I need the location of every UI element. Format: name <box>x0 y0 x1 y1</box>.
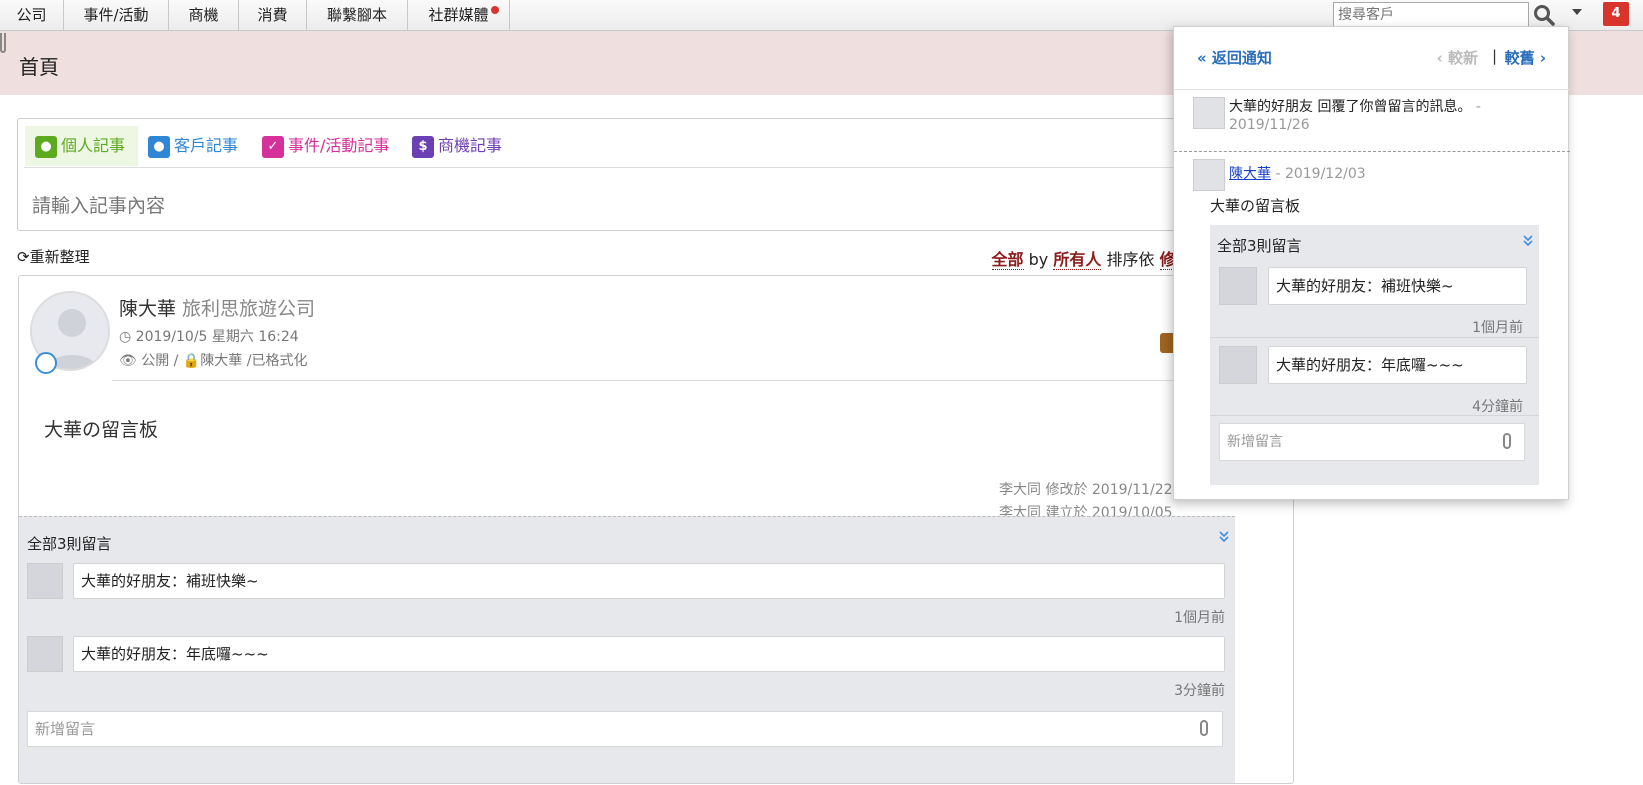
nav-events[interactable]: 事件/活動 <box>64 0 169 31</box>
tab-personal-note[interactable]: ● 個人記事 <box>25 126 138 166</box>
post-company[interactable]: 旅利思旅遊公司 <box>182 298 315 320</box>
comment-divider <box>1210 415 1539 416</box>
note-content-input[interactable]: 請輸入記事內容 <box>32 191 165 218</box>
tab-event-note[interactable]: ✓ 事件/活動記事 <box>252 126 389 166</box>
visibility-label: 公開 <box>141 353 170 369</box>
notifier-avatar <box>1193 97 1225 129</box>
feed-post: 陳大華 旅利思旅遊公司 ◷ 2019/10/5 星期六 16:24 👁 公開 / … <box>18 275 1294 784</box>
refresh-button[interactable]: ⟳重新整理 <box>17 246 90 267</box>
comments-title: 全部3則留言 <box>27 535 112 553</box>
filter-scope-link[interactable]: 全部 <box>991 250 1024 270</box>
tab-customer-note[interactable]: ● 客戶記事 <box>138 126 238 166</box>
post-author-name[interactable]: 陳大華 <box>119 298 176 320</box>
filter-by-label: by <box>1028 250 1049 269</box>
detail-comment-time: 4分鐘前 <box>1472 399 1523 415</box>
refresh-label: 重新整理 <box>29 248 90 266</box>
tab-opportunity-note[interactable]: $ 商機記事 <box>402 126 502 166</box>
tab-opportunity-note-label: 商機記事 <box>438 136 503 155</box>
post-modified-info: 李大同 修改於 2019/11/22 <box>999 482 1173 498</box>
post-datetime-value: 2019/10/5 星期六 16:24 <box>135 329 299 345</box>
detail-new-comment-input[interactable]: 新增留言 <box>1219 423 1525 461</box>
detail-comments-section: 全部3則留言 大華的好朋友：補班快樂~ 1個月前 大華的好朋友：年底囉~~~ 4… <box>1210 225 1539 485</box>
post-visibility: 👁 公開 / 🔒陳大華 /已格式化 <box>119 353 308 369</box>
refresh-icon: ⟳ <box>17 248 30 266</box>
newer-link: ‹ 較新 <box>1436 49 1478 67</box>
notification-count-badge[interactable]: 4 <box>1603 2 1629 26</box>
filter-owner-link[interactable]: 所有人 <box>1053 250 1102 270</box>
notification-popup: « 返回通知 ‹ 較新 | 較舊 › 大華的好朋友 回覆了你曾留言的訊息。 - … <box>1173 26 1570 501</box>
detail-comment-item: 大華的好朋友：補班快樂~ 1個月前 <box>1219 267 1527 336</box>
post-author: 陳大華 旅利思旅遊公司 <box>119 294 315 321</box>
back-to-notifications-link[interactable]: « 返回通知 <box>1197 47 1272 68</box>
search-dropdown-caret-icon[interactable] <box>1572 9 1582 15</box>
detail-comment-item: 大華的好朋友：年底囉~~~ 4分鐘前 <box>1219 346 1527 415</box>
detail-date: - 2019/12/03 <box>1271 166 1366 182</box>
post-status: /已格式化 <box>246 353 308 369</box>
expand-comments-icon[interactable] <box>1523 235 1533 247</box>
comment-divider <box>1210 337 1539 338</box>
feed-toolbar: ⟳重新整理 全部 by 所有人 排序依 修改日期 ▽進 <box>17 244 1257 270</box>
nav-social-media-label: 社群媒體 <box>428 6 489 24</box>
pager-separator: | <box>1491 47 1497 65</box>
page-title: 首頁 <box>19 55 59 79</box>
sort-by-label: 排序依 <box>1106 250 1155 269</box>
tab-customer-note-label: 客戶記事 <box>174 136 239 155</box>
detail-body: 大華の留言板 <box>1210 197 1301 215</box>
detail-new-comment-placeholder: 新增留言 <box>1227 434 1283 450</box>
tab-event-note-label: 事件/活動記事 <box>288 136 390 155</box>
eye-icon: 👁 <box>119 353 137 369</box>
nav-company[interactable]: 公司 <box>0 0 64 31</box>
tab-personal-note-label: 個人記事 <box>61 136 126 155</box>
dollar-icon: $ <box>412 135 434 158</box>
commenter-avatar[interactable] <box>27 636 63 672</box>
post-divider <box>112 380 1287 381</box>
older-link[interactable]: 較舊 › <box>1505 47 1546 68</box>
person-icon: ● <box>35 135 57 158</box>
detail-comment-text: 大華的好朋友：補班快樂~ <box>1268 267 1527 305</box>
detail-header: 陳大華 - 2019/12/03 <box>1229 163 1366 183</box>
detail-comments-title: 全部3則留言 <box>1217 237 1302 255</box>
notification-dot-icon <box>491 6 499 14</box>
search-icon[interactable] <box>1533 4 1555 26</box>
user-type-icon <box>35 352 57 374</box>
paperclip-icon <box>0 33 6 53</box>
comment-item: 大華的好朋友：年底囉~~~ 3分鐘前 <box>27 636 1225 699</box>
comment-time: 3分鐘前 <box>1174 683 1225 699</box>
detail-author-link[interactable]: 陳大華 <box>1229 166 1271 182</box>
author-avatar-small <box>1193 159 1225 191</box>
clock-icon: ◷ <box>119 329 132 345</box>
post-owner: 陳大華 <box>200 353 243 369</box>
notification-message: 大華的好朋友 回覆了你曾留言的訊息。 <box>1229 99 1472 115</box>
notification-item[interactable]: 大華的好朋友 回覆了你曾留言的訊息。 - 2019/11/26 <box>1174 89 1570 152</box>
composer-divider <box>24 167 1256 168</box>
attachment-icon[interactable] <box>1200 720 1208 736</box>
nav-social-media[interactable]: 社群媒體 <box>408 0 510 31</box>
notification-text: 大華的好朋友 回覆了你曾留言的訊息。 - 2019/11/26 <box>1229 98 1559 134</box>
comment-text: 大華的好朋友：補班快樂~ <box>73 563 1225 599</box>
note-composer: ● 個人記事 ● 客戶記事 ✓ 事件/活動記事 $ 商機記事 請輸入記事內容 <box>17 118 1257 231</box>
customer-search-input[interactable] <box>1333 2 1529 28</box>
comment-time: 1個月前 <box>1174 610 1225 626</box>
attachment-icon[interactable] <box>1503 433 1511 449</box>
detail-comment-text: 大華的好朋友：年底囉~~~ <box>1268 346 1527 384</box>
calendar-icon: ✓ <box>262 135 284 158</box>
post-body: 大華の留言板 <box>44 419 159 441</box>
expand-comments-icon[interactable] <box>1219 531 1229 543</box>
nav-opportunities[interactable]: 商機 <box>169 0 239 31</box>
lock-icon: 🔒 <box>182 353 201 369</box>
commenter-avatar[interactable] <box>1219 267 1257 305</box>
comment-item: 大華的好朋友：補班快樂~ 1個月前 <box>27 563 1225 626</box>
detail-comment-time: 1個月前 <box>1472 320 1523 336</box>
post-datetime: ◷ 2019/10/5 星期六 16:24 <box>119 326 299 346</box>
comment-text: 大華的好朋友：年底囉~~~ <box>73 636 1225 672</box>
nav-consumption[interactable]: 消費 <box>239 0 307 31</box>
new-comment-placeholder: 新增留言 <box>35 720 96 738</box>
nav-contact-scripts[interactable]: 聯繫腳本 <box>307 0 408 31</box>
notification-detail: 陳大華 - 2019/12/03 大華の留言板 全部3則留言 大華的好朋友：補班… <box>1174 153 1570 501</box>
post-comments-section: 全部3則留言 大華的好朋友：補班快樂~ 1個月前 大華的好朋友：年底囉~~~ 3… <box>19 516 1235 783</box>
commenter-avatar[interactable] <box>1219 346 1257 384</box>
new-comment-input[interactable]: 新增留言 <box>27 711 1223 747</box>
customer-icon: ● <box>148 135 170 158</box>
commenter-avatar[interactable] <box>27 563 63 599</box>
